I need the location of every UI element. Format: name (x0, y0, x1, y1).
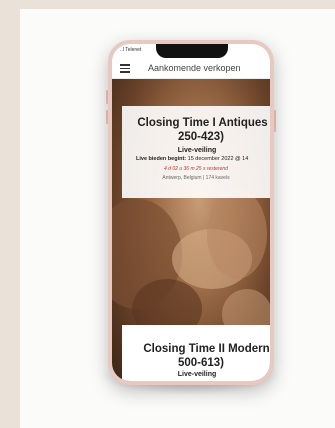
phone-power-button (274, 110, 276, 132)
auction-title-range[interactable]: 250-423) (126, 130, 270, 144)
phone-notch (156, 44, 228, 58)
phone-volume-button-2 (106, 110, 108, 124)
auction-location: Antwerp, Belgium | 174 kavels (162, 175, 230, 181)
phone-screen: ..l Telenet Aankomende verkopen Closing … (112, 44, 270, 381)
auction-card[interactable]: Closing Time I Antiques ( 250-423) Live-… (122, 106, 270, 198)
auction-start-value: 15 december 2022 @ 14 (186, 156, 249, 162)
auction-title-range[interactable]: 500-613) (126, 357, 270, 369)
auction-start-label: Live bieden begint: (136, 156, 187, 162)
phone-mockup: ..l Telenet Aankomende verkopen Closing … (106, 40, 276, 385)
background-band-top (0, 0, 335, 9)
app-header: Aankomende verkopen (112, 58, 270, 79)
auction-title[interactable]: Closing Time II Modern ( (130, 343, 270, 355)
auction-start: Live bieden begint: 15 december 2022 @ 1… (136, 156, 248, 162)
background-band-left (0, 0, 20, 428)
auction-type: Live-veiling (177, 371, 217, 378)
hamburger-menu-icon[interactable] (120, 64, 130, 73)
auction-title[interactable]: Closing Time I Antiques ( (126, 116, 270, 130)
page-title: Aankomende verkopen (148, 63, 241, 73)
status-carrier: ..l Telenet (120, 47, 142, 53)
auction-card-2[interactable]: Closing Time II Modern ( 500-613) Live-v… (122, 325, 270, 381)
auction-type: Live-veiling (177, 147, 217, 154)
auction-countdown: 4 d 02 u 36 m 25 s resterend (164, 166, 228, 172)
phone-volume-button (106, 90, 108, 104)
